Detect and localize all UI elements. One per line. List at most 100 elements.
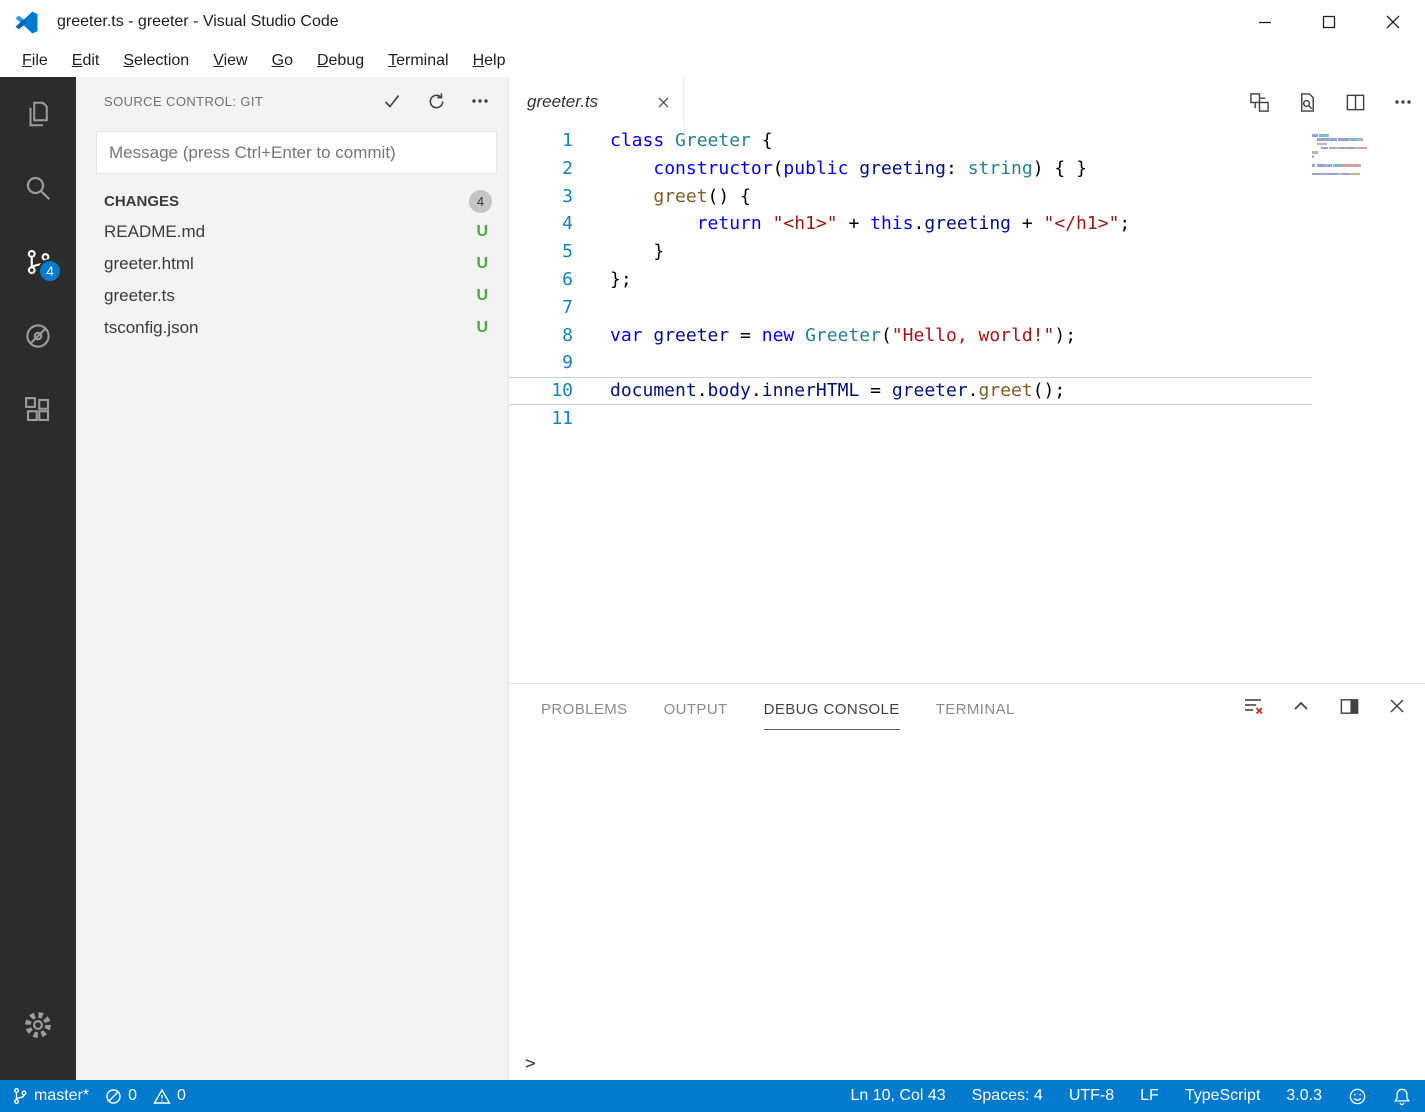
- tab-greeter-ts[interactable]: greeter.ts: [509, 77, 684, 127]
- open-changes-button[interactable]: [1247, 90, 1271, 114]
- code-line-6[interactable]: 6};: [509, 266, 1312, 294]
- minimap-seg: [1349, 138, 1357, 141]
- code-line-3[interactable]: 3 greet() {: [509, 183, 1312, 211]
- error-indicator[interactable]: 0: [105, 1087, 137, 1105]
- error-icon: [106, 1088, 121, 1104]
- language-mode[interactable]: TypeScript: [1185, 1087, 1261, 1105]
- commit-message-input[interactable]: [96, 131, 497, 174]
- git-status-badge: U: [476, 255, 488, 272]
- panel-tab-terminal[interactable]: TERMINAL: [936, 701, 1015, 730]
- panel-tab-debug-console[interactable]: DEBUG CONSOLE: [763, 701, 900, 730]
- tab-close-button[interactable]: [658, 97, 669, 108]
- maximize-button[interactable]: [1297, 0, 1361, 44]
- close-button[interactable]: [1361, 0, 1425, 44]
- feedback-button[interactable]: [1348, 1087, 1367, 1106]
- code-lines: 1 class Greeter {2 constructor(public gre…: [509, 127, 1312, 433]
- minimize-button[interactable]: [1233, 0, 1297, 44]
- line-content: constructor(public greeting: string) { }: [610, 155, 1087, 183]
- menu-item-view[interactable]: View: [201, 52, 259, 70]
- indentation[interactable]: Spaces: 4: [972, 1087, 1043, 1105]
- minimap-line: [1312, 134, 1422, 137]
- more-actions-button[interactable]: [466, 87, 494, 115]
- code-line-1[interactable]: 1 class Greeter {: [509, 127, 1312, 155]
- line-number: 2: [562, 157, 573, 179]
- token: greeting: [859, 157, 946, 179]
- mnemonic: V: [213, 51, 224, 69]
- debug-console-input[interactable]: >: [509, 1046, 1425, 1080]
- panel-tab-output[interactable]: OUTPUT: [664, 701, 728, 730]
- warning-indicator[interactable]: 0: [153, 1087, 186, 1105]
- file-row-tsconfig-json[interactable]: tsconfig.json U: [76, 312, 508, 344]
- menu-item-edit[interactable]: Edit: [60, 52, 112, 70]
- cursor-position[interactable]: Ln 10, Col 43: [850, 1087, 945, 1105]
- close-panel-button[interactable]: [1385, 694, 1409, 718]
- panel-tab-problems[interactable]: PROBLEMS: [541, 701, 628, 730]
- branch-name: master*: [34, 1087, 90, 1104]
- toggle-panel-position-button[interactable]: [1337, 694, 1361, 718]
- encoding[interactable]: UTF-8: [1069, 1087, 1114, 1105]
- code-line-4[interactable]: 4 return "<h1>" + this.greeting + "</h1>…: [509, 210, 1312, 238]
- changes-section-header[interactable]: CHANGES 4: [76, 186, 508, 216]
- token: public: [783, 157, 849, 179]
- notifications-button[interactable]: [1393, 1087, 1411, 1106]
- code-line-8[interactable]: 8 var greeter = new Greeter("Hello, world…: [509, 322, 1312, 350]
- code-line-9[interactable]: 9: [509, 349, 1312, 377]
- title-bar: greeter.ts - greeter - Visual Studio Cod…: [0, 0, 1425, 44]
- line-number: 5: [562, 241, 573, 263]
- minimap-line: [1312, 155, 1422, 158]
- minimap-line: [1312, 168, 1422, 171]
- code-line-11[interactable]: 11: [509, 405, 1312, 433]
- line-content: class Greeter {: [610, 127, 773, 155]
- changes-count-badge: 4: [469, 189, 492, 213]
- mnemonic: T: [388, 51, 397, 69]
- minimap[interactable]: [1312, 134, 1422, 181]
- minimap-seg: [1332, 164, 1341, 167]
- token: string: [967, 157, 1033, 179]
- activity-debug[interactable]: [0, 299, 76, 373]
- code-line-5[interactable]: 5 }: [509, 238, 1312, 266]
- menu-item-file[interactable]: File: [10, 52, 60, 70]
- search-in-file-button[interactable]: [1295, 90, 1319, 114]
- token: "Hello, world!": [891, 324, 1055, 346]
- clear-console-button[interactable]: [1241, 694, 1265, 718]
- mnemonic: G: [271, 51, 285, 69]
- ts-version[interactable]: 3.0.3: [1286, 1087, 1322, 1105]
- code-line-7[interactable]: 7: [509, 294, 1312, 322]
- token: innerHTML: [761, 380, 860, 402]
- line-number: 3: [562, 185, 573, 207]
- split-editor-button[interactable]: [1343, 90, 1367, 114]
- menu-item-help[interactable]: Help: [461, 52, 518, 70]
- activity-settings[interactable]: [0, 988, 76, 1062]
- activity-source-control[interactable]: 4: [0, 225, 76, 299]
- more-editor-actions-button[interactable]: [1391, 90, 1415, 114]
- eol[interactable]: LF: [1140, 1087, 1159, 1105]
- token: new: [761, 324, 795, 346]
- file-search-icon: [1300, 92, 1314, 112]
- activity-extensions[interactable]: [0, 373, 76, 447]
- code-line-2[interactable]: 2 constructor(public greeting: string) {…: [509, 155, 1312, 183]
- maximize-panel-button[interactable]: [1289, 694, 1313, 718]
- menu-item-go[interactable]: Go: [260, 52, 305, 70]
- activity-search[interactable]: [0, 151, 76, 225]
- commit-button[interactable]: [378, 87, 406, 115]
- file-row-greeter-html[interactable]: greeter.html U: [76, 248, 508, 280]
- menu-item-terminal[interactable]: Terminal: [376, 52, 460, 70]
- git-branch-indicator[interactable]: master*: [12, 1087, 89, 1105]
- token: ) { }: [1032, 157, 1087, 179]
- menu-item-debug[interactable]: Debug: [305, 52, 376, 70]
- file-row-greeter-ts[interactable]: greeter.ts U: [76, 280, 508, 312]
- code-editor[interactable]: 1 class Greeter {2 constructor(public gre…: [509, 127, 1425, 683]
- vscode-logo-icon: [15, 11, 38, 33]
- status-right: Ln 10, Col 43 Spaces: 4 UTF-8 LF TypeScript 3…: [850, 1087, 1411, 1106]
- token: .: [967, 380, 979, 402]
- mnemonic: D: [316, 51, 329, 69]
- token: :: [946, 157, 968, 179]
- minimap-seg: [1338, 138, 1348, 141]
- menu-item-selection[interactable]: Selection: [111, 52, 201, 70]
- minimap-seg: [1316, 138, 1330, 141]
- activity-explorer[interactable]: [0, 77, 76, 151]
- file-row-readme-md[interactable]: README.md U: [76, 216, 508, 248]
- code-line-10[interactable]: 10 document.body.innerHTML = greeter.gree…: [509, 377, 1312, 405]
- refresh-button[interactable]: [422, 87, 450, 115]
